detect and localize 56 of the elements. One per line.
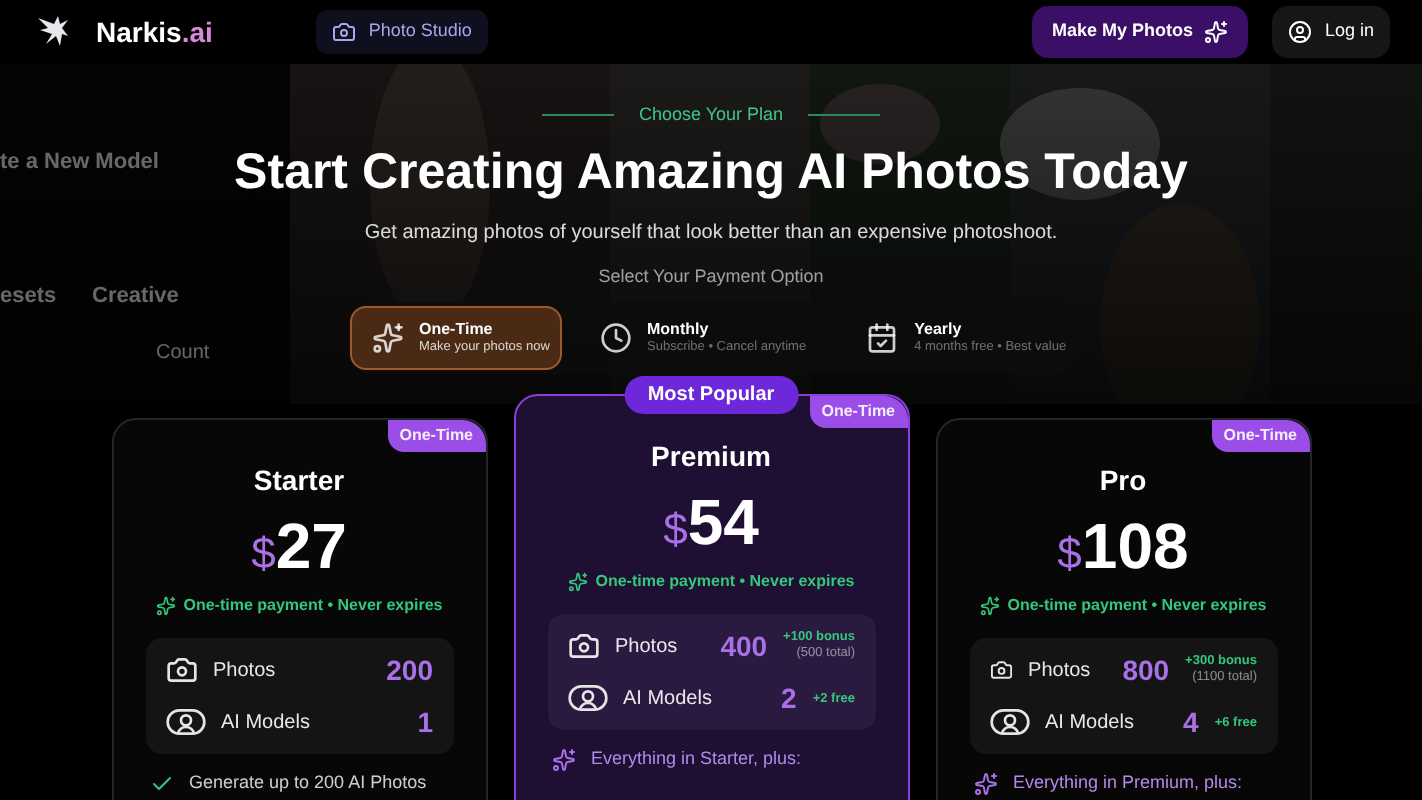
payment-note: One-time payment • Never expires [595,570,855,595]
stat-label: AI Models [221,709,310,738]
popular-badge: Most Popular [623,376,799,415]
feature-text: Everything in Premium, plus: [1013,770,1243,797]
plan-badge: One-Time [387,420,485,453]
stat-value: 200 [386,651,433,690]
stat-label: AI Models [1045,709,1134,738]
sparkle-icon [155,596,176,617]
hero-title: Start Creating Amazing AI Photos Today [234,141,1188,203]
feature-text: Generate up to 200 AI Photos [189,770,427,797]
plan-name: Pro [1099,462,1147,501]
stat-value: 4 [1183,703,1199,742]
camera-icon [332,20,357,44]
plan-price: $27 [251,514,347,579]
sparkle-icon [551,748,575,773]
stat-value: 400 [720,627,768,666]
eyebrow-text: Choose Your Plan [638,102,784,128]
calendar-icon [866,322,899,355]
stat-label: Photos [1028,657,1091,686]
sparkle-icon [567,572,588,593]
clock-icon [599,322,631,355]
user-icon [1288,20,1313,44]
plan-badge: One-Time [809,396,907,429]
login-button[interactable]: Log in [1272,6,1390,58]
models-icon [989,706,1029,739]
stat-value: 800 [1122,651,1170,690]
camera-icon [567,630,599,663]
make-photos-button[interactable]: Make My Photos [1031,6,1249,58]
models-icon [165,706,205,739]
sparkle-icon [973,772,997,797]
background-text: esets [0,282,57,312]
background-text: Creative [92,282,179,312]
photo-studio-link[interactable]: Photo Studio [316,10,488,54]
plan-badge: One-Time [1211,420,1309,453]
stat-label: Photos [615,633,678,662]
plan-name: Starter [253,462,345,501]
plan-price: $54 [663,490,759,555]
stat-value: 1 [417,703,433,742]
payment-note: One-time payment • Never expires [1007,594,1267,619]
models-icon [567,682,607,715]
plan-price: $108 [1057,514,1189,579]
plan-name: Premium [651,438,771,477]
sparkle-icon [1204,20,1229,44]
camera-icon [165,654,197,687]
stat-label: Photos [213,657,276,686]
background-text: te a New Model [0,148,159,178]
brand-name: Narkis.ai [96,13,213,51]
payment-note: One-time payment • Never expires [183,594,443,619]
hero-subtitle: Get amazing photos of yourself that look better than an expensive photoshoot. [364,219,1058,248]
background-text: Count [156,340,210,368]
sparkle-icon [371,322,403,355]
stat-value: 2 [781,679,797,718]
payment-label: Select Your Payment Option [598,263,824,290]
stat-label: AI Models [623,685,712,714]
sparkle-icon [979,596,1000,617]
feature-text: Everything in Starter, plus: [591,746,802,773]
